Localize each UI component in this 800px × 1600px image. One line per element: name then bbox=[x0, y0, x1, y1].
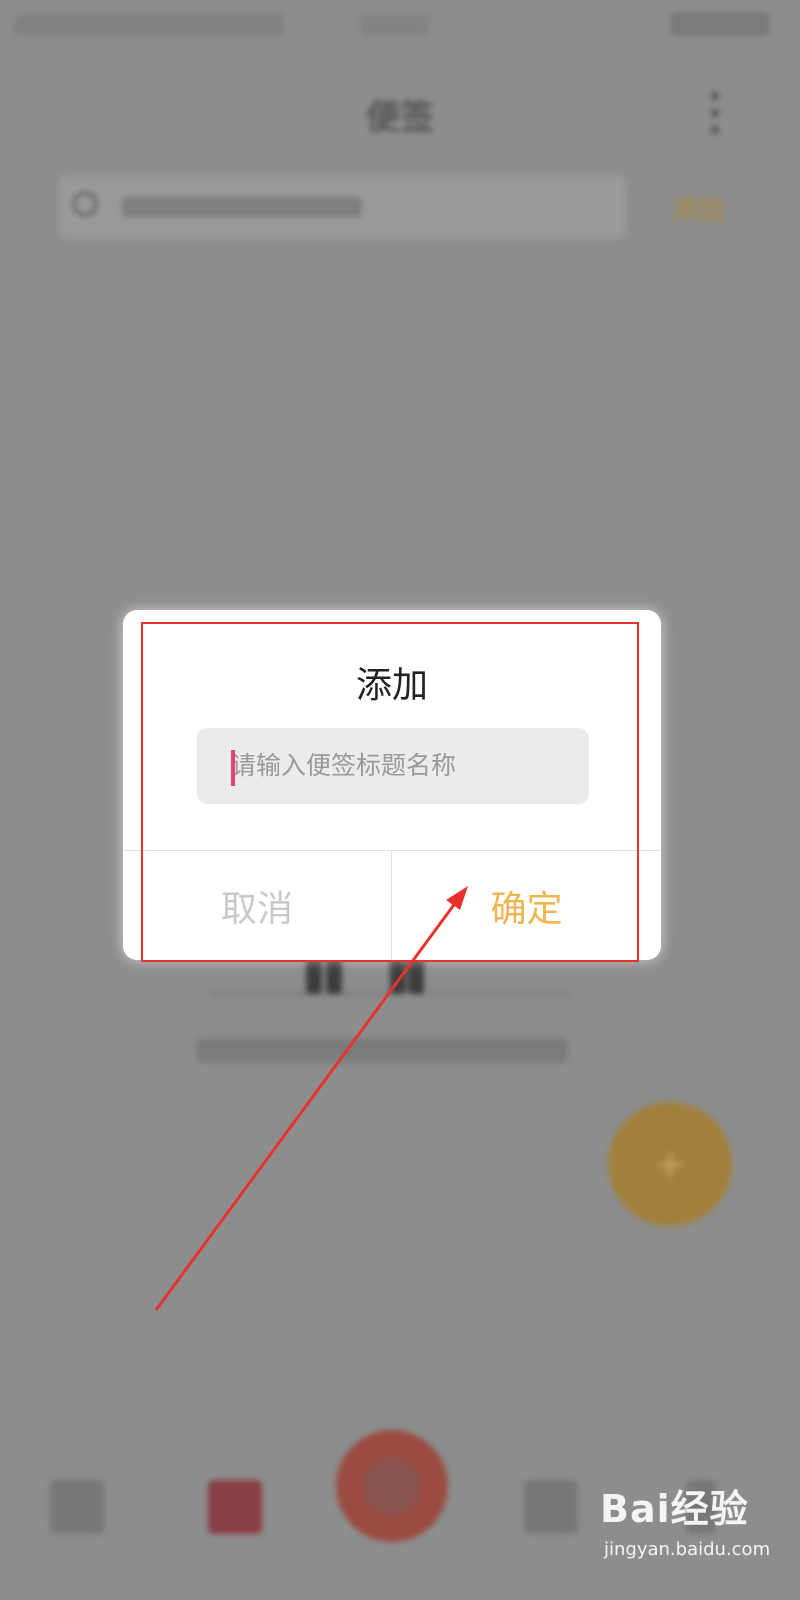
nav-item-files[interactable] bbox=[524, 1480, 578, 1534]
nav-item-notes[interactable] bbox=[208, 1480, 262, 1534]
status-time bbox=[360, 14, 430, 36]
watermark: Bai经验 jingyan.baidu.com bbox=[600, 1478, 790, 1588]
search-icon bbox=[72, 191, 98, 217]
search-input[interactable] bbox=[58, 175, 626, 239]
status-carrier bbox=[14, 14, 284, 36]
nav-item-home[interactable] bbox=[50, 1480, 104, 1534]
search-placeholder bbox=[122, 197, 362, 217]
empty-state-caption bbox=[196, 1038, 568, 1062]
app-title: 便签 bbox=[366, 98, 434, 138]
watermark-url: jingyan.baidu.com bbox=[604, 1539, 771, 1560]
annotation-highlight-box bbox=[141, 622, 639, 962]
search-add-button[interactable]: 添加 bbox=[662, 190, 734, 226]
screen: 便签 添加 + 添加 取消 bbox=[0, 0, 800, 1600]
kebab-icon[interactable] bbox=[708, 92, 722, 134]
status-battery bbox=[670, 12, 770, 36]
status-bar bbox=[0, 0, 800, 60]
add-note-button[interactable]: + bbox=[608, 1102, 732, 1226]
watermark-brand: Bai经验 bbox=[600, 1487, 749, 1531]
nav-center-button[interactable] bbox=[336, 1430, 448, 1542]
